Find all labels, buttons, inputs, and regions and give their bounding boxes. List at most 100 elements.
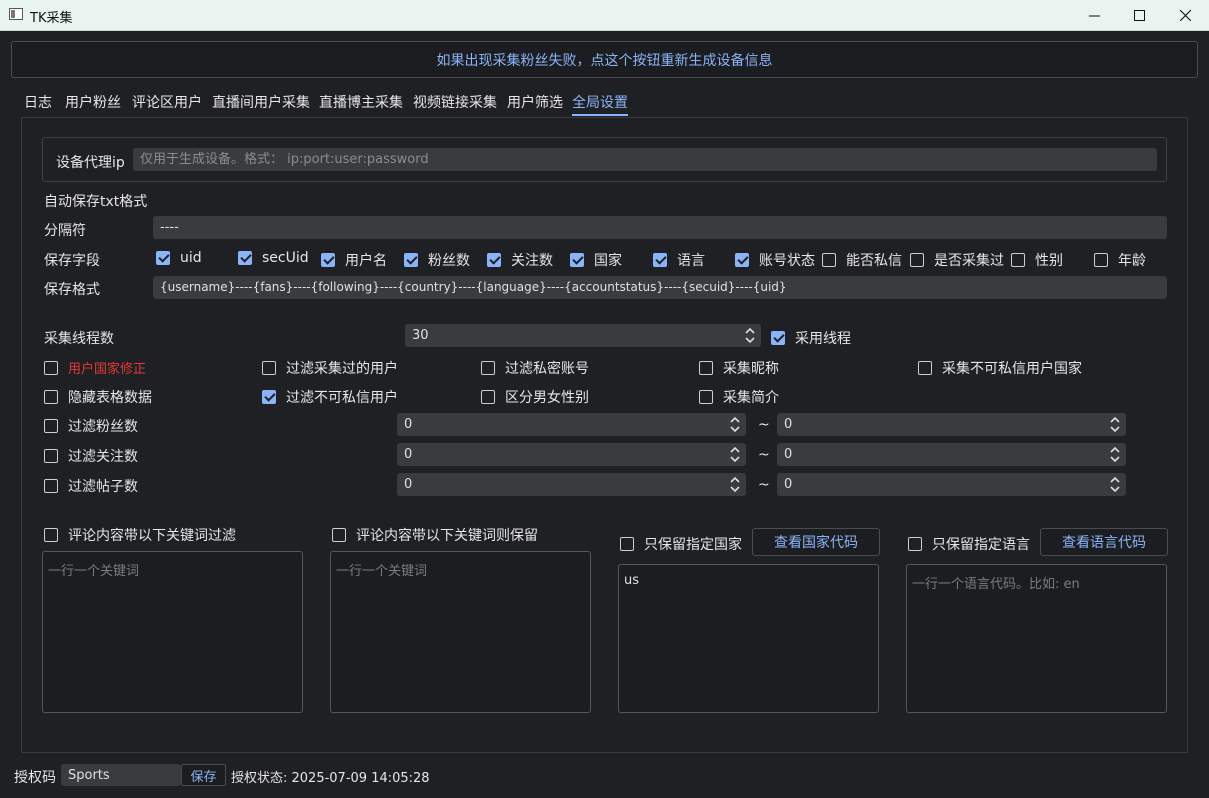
range-min-spinbox[interactable]: 0 (397, 413, 746, 436)
tab-log[interactable]: 日志 (24, 92, 52, 112)
view-country-codes-button[interactable]: 查看国家代码 (752, 528, 880, 556)
minimize-button[interactable] (1071, 0, 1117, 31)
range-max-spinbox[interactable]: 0 (777, 443, 1126, 466)
checkbox-box (487, 253, 501, 267)
option-checkbox[interactable]: 采集简介 (699, 387, 779, 407)
checkbox-box (699, 361, 713, 375)
autosave-title: 自动保存txt格式 (44, 194, 148, 210)
separator-label: 分隔符 (44, 223, 86, 239)
range-separator: ~ (758, 447, 770, 463)
range-min-spinbox[interactable]: 0 (397, 443, 746, 466)
auth-code-input[interactable]: Sports (61, 764, 181, 786)
proxy-label: 设备代理ip (56, 155, 125, 171)
checkbox-box (570, 253, 584, 267)
checkbox-box (238, 251, 252, 265)
range-separator: ~ (758, 477, 770, 493)
range-min-spinbox[interactable]: 0 (397, 473, 746, 496)
auth-label: 授权码 (14, 770, 56, 786)
view-language-codes-button[interactable]: 查看语言代码 (1040, 528, 1168, 556)
range-max-spinbox[interactable]: 0 (777, 413, 1126, 436)
country-textarea[interactable]: us (618, 564, 879, 713)
checkbox-box (262, 390, 276, 404)
option-checkbox[interactable]: 过滤采集过的用户 (262, 358, 398, 378)
spin-arrows-icon (730, 416, 740, 433)
separator-input[interactable]: ---- (153, 216, 1167, 239)
maximize-button[interactable] (1116, 0, 1162, 31)
checkbox-box (699, 390, 713, 404)
range-filter-checkbox[interactable]: 过滤帖子数 (44, 476, 138, 496)
option-checkbox[interactable]: 过滤私密账号 (481, 358, 589, 378)
checkbox-box (262, 361, 276, 375)
proxy-input[interactable]: 仅用于生成设备。格式： ip:port:user:password (133, 148, 1157, 171)
close-icon (1179, 10, 1191, 21)
minimize-icon (1088, 15, 1100, 17)
title-bar: TK采集 (0, 0, 1209, 31)
spin-arrows-icon (1110, 446, 1120, 463)
range-max-spinbox[interactable]: 0 (777, 473, 1126, 496)
checkbox-box (481, 390, 495, 404)
field-checkbox[interactable]: 用户名 (321, 250, 387, 270)
threads-value: 30 (412, 328, 429, 343)
checkbox-box (771, 331, 785, 345)
use-threads-checkbox[interactable]: 采用线程 (771, 328, 851, 348)
spin-arrows-icon (730, 446, 740, 463)
keyword-keep-checkbox[interactable]: 评论内容带以下关键词则保留 (332, 525, 538, 545)
checkbox-box (910, 253, 924, 267)
field-checkbox[interactable]: 国家 (570, 250, 622, 270)
format-input[interactable]: {username}----{fans}----{following}----{… (153, 276, 1167, 299)
checkbox-box (822, 253, 836, 267)
tab-live-room-users[interactable]: 直播间用户采集 (212, 92, 310, 112)
field-checkbox[interactable]: 粉丝数 (404, 250, 470, 270)
field-checkbox[interactable]: uid (156, 250, 202, 266)
tab-live-hosts[interactable]: 直播博主采集 (319, 92, 403, 112)
threads-spinbox[interactable]: 30 (405, 324, 761, 347)
fields-label: 保存字段 (44, 253, 100, 269)
spin-arrows-icon (1110, 476, 1120, 493)
field-checkbox[interactable]: 性别 (1011, 250, 1063, 270)
range-filter-checkbox[interactable]: 过滤粉丝数 (44, 416, 138, 436)
field-checkbox[interactable]: secUid (238, 250, 309, 266)
save-auth-button[interactable]: 保存 (181, 764, 226, 786)
threads-label: 采集线程数 (44, 331, 114, 347)
language-checkbox[interactable]: 只保留指定语言 (908, 534, 1030, 554)
field-checkbox[interactable]: 账号状态 (735, 250, 815, 270)
app-icon (9, 8, 23, 20)
checkbox-box (404, 253, 418, 267)
option-checkbox[interactable]: 采集昵称 (699, 358, 779, 378)
field-checkbox[interactable]: 语言 (653, 250, 705, 270)
field-checkbox[interactable]: 年龄 (1094, 250, 1146, 270)
checkbox-box (1011, 253, 1025, 267)
keyword-filter-textarea[interactable]: 一行一个关键词 (42, 551, 303, 713)
checkbox-box (653, 253, 667, 267)
option-checkbox[interactable]: 区分男女性别 (481, 387, 589, 407)
range-filter-checkbox[interactable]: 过滤关注数 (44, 446, 138, 466)
tab-user-fans[interactable]: 用户粉丝 (65, 92, 121, 112)
option-checkbox[interactable]: 过滤不可私信用户 (262, 387, 398, 407)
option-checkbox[interactable]: 用户国家修正 (44, 358, 146, 377)
spin-arrows-icon (730, 476, 740, 493)
keyword-filter-checkbox[interactable]: 评论内容带以下关键词过滤 (44, 525, 236, 545)
option-checkbox[interactable]: 隐藏表格数据 (44, 387, 152, 407)
regenerate-device-button[interactable]: 如果出现采集粉丝失败，点这个按钮重新生成设备信息 (11, 41, 1198, 78)
tab-comment-users[interactable]: 评论区用户 (132, 92, 202, 112)
auth-status: 授权状态: 2025-07-09 14:05:28 (231, 771, 430, 786)
range-separator: ~ (758, 417, 770, 433)
checkbox-box (321, 253, 335, 267)
maximize-icon (1133, 10, 1145, 21)
tab-video-links[interactable]: 视频链接采集 (413, 92, 497, 112)
checkbox-box (44, 360, 58, 375)
close-button[interactable] (1162, 0, 1208, 31)
tab-user-filter[interactable]: 用户筛选 (507, 92, 563, 112)
option-checkbox[interactable]: 采集不可私信用户国家 (918, 358, 1082, 378)
field-checkbox[interactable]: 关注数 (487, 250, 553, 270)
checkbox-box (1094, 253, 1108, 267)
spin-arrows-icon (1110, 416, 1120, 433)
spin-arrows-icon (745, 327, 755, 344)
tab-global-settings[interactable]: 全局设置 (572, 92, 628, 116)
country-checkbox[interactable]: 只保留指定国家 (620, 534, 742, 554)
field-checkbox[interactable]: 是否采集过 (910, 250, 1004, 270)
field-checkbox[interactable]: 能否私信 (822, 250, 902, 270)
window-title: TK采集 (30, 11, 73, 26)
keyword-keep-textarea[interactable]: 一行一个关键词 (330, 551, 591, 713)
language-textarea[interactable]: 一行一个语言代码。比如: en (906, 564, 1167, 713)
